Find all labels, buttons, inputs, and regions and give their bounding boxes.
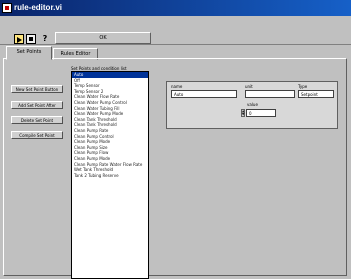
set-point-details: name Auto unit Type Setpoint value ▲ ▼ 0 bbox=[166, 81, 338, 129]
compile-set-point-button[interactable]: Compile Set Point bbox=[11, 131, 63, 139]
type-label: Type bbox=[298, 84, 308, 89]
set-point-list[interactable]: Auto Off Temp Sensor Temp Sensor 2 Clean Wat… bbox=[71, 71, 149, 279]
list-item[interactable]: Tank 2 Tubing Reserve bbox=[72, 173, 148, 179]
unit-label: unit bbox=[245, 84, 253, 89]
name-field[interactable]: Auto bbox=[171, 90, 237, 98]
title-bar: rule-editor.vi bbox=[0, 0, 351, 16]
toolbar bbox=[0, 16, 351, 45]
window-title: rule-editor.vi bbox=[14, 3, 63, 12]
value-spinner[interactable]: ▲ ▼ bbox=[241, 109, 245, 117]
value-field[interactable]: 0 bbox=[246, 109, 276, 117]
type-field[interactable]: Setpoint bbox=[298, 90, 334, 98]
ok-button[interactable]: OK bbox=[55, 32, 151, 44]
help-icon[interactable]: ? bbox=[40, 34, 50, 44]
stop-icon[interactable] bbox=[26, 34, 36, 44]
name-label: name bbox=[171, 84, 183, 89]
tab-set-points[interactable]: Set Points bbox=[6, 46, 52, 60]
value-label: value bbox=[247, 102, 258, 107]
delete-set-point-button[interactable]: Delete Set Point bbox=[11, 116, 63, 124]
add-set-point-after-button[interactable]: Add Set Point After bbox=[11, 101, 63, 109]
new-set-point-button[interactable]: New Set Point Button bbox=[11, 85, 63, 93]
unit-field[interactable] bbox=[245, 90, 295, 98]
app-icon bbox=[2, 3, 12, 13]
run-arrow-icon[interactable] bbox=[14, 34, 24, 44]
